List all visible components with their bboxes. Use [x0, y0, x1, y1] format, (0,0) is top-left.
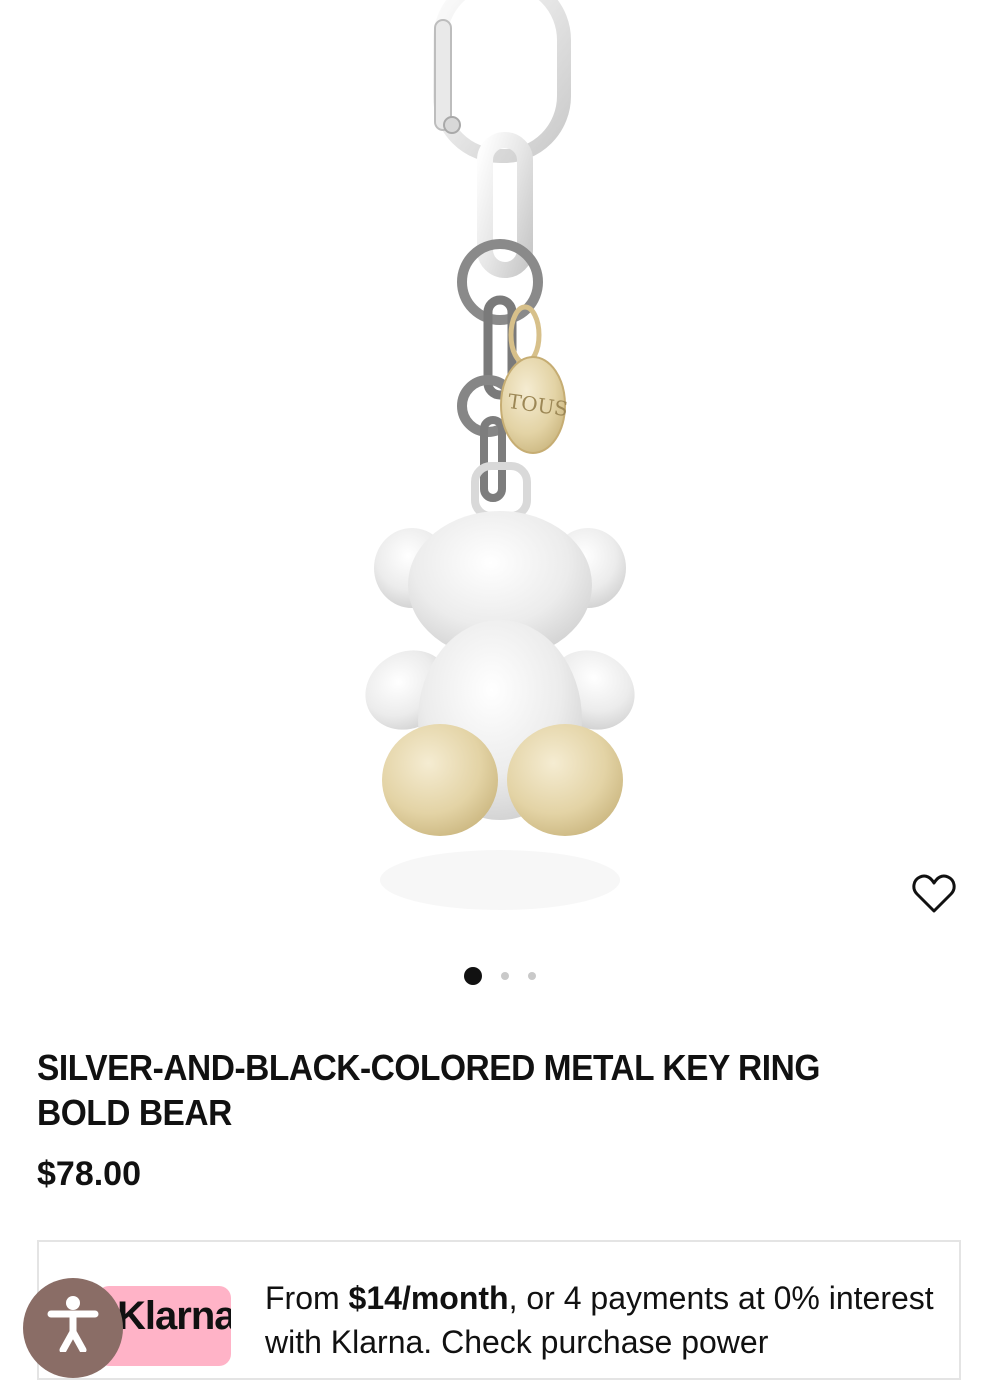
product-image: TOUS — [365, 0, 635, 910]
heart-icon — [912, 874, 956, 913]
carousel-dot-3[interactable] — [528, 972, 536, 980]
klarna-message: From $14/month, or 4 payments at 0% inte… — [265, 1280, 934, 1360]
klarna-financing-banner[interactable]: Klarna From $14/month, or 4 payments at … — [37, 1240, 961, 1380]
carousel-dot-1[interactable] — [464, 967, 482, 985]
product-title: SILVER-AND-BLACK-COLORED METAL KEY RING … — [37, 1047, 820, 1133]
carousel-dot-2[interactable] — [501, 972, 509, 980]
wishlist-button[interactable] — [910, 870, 958, 918]
carousel-pagination — [0, 965, 1000, 987]
accessibility-button[interactable] — [23, 1278, 123, 1378]
klarna-monthly-amount: $14/month — [348, 1280, 509, 1316]
product-gallery[interactable]: TOUS — [0, 0, 1000, 940]
accessibility-icon — [47, 1296, 99, 1352]
product-price: $78.00 — [37, 1155, 141, 1193]
